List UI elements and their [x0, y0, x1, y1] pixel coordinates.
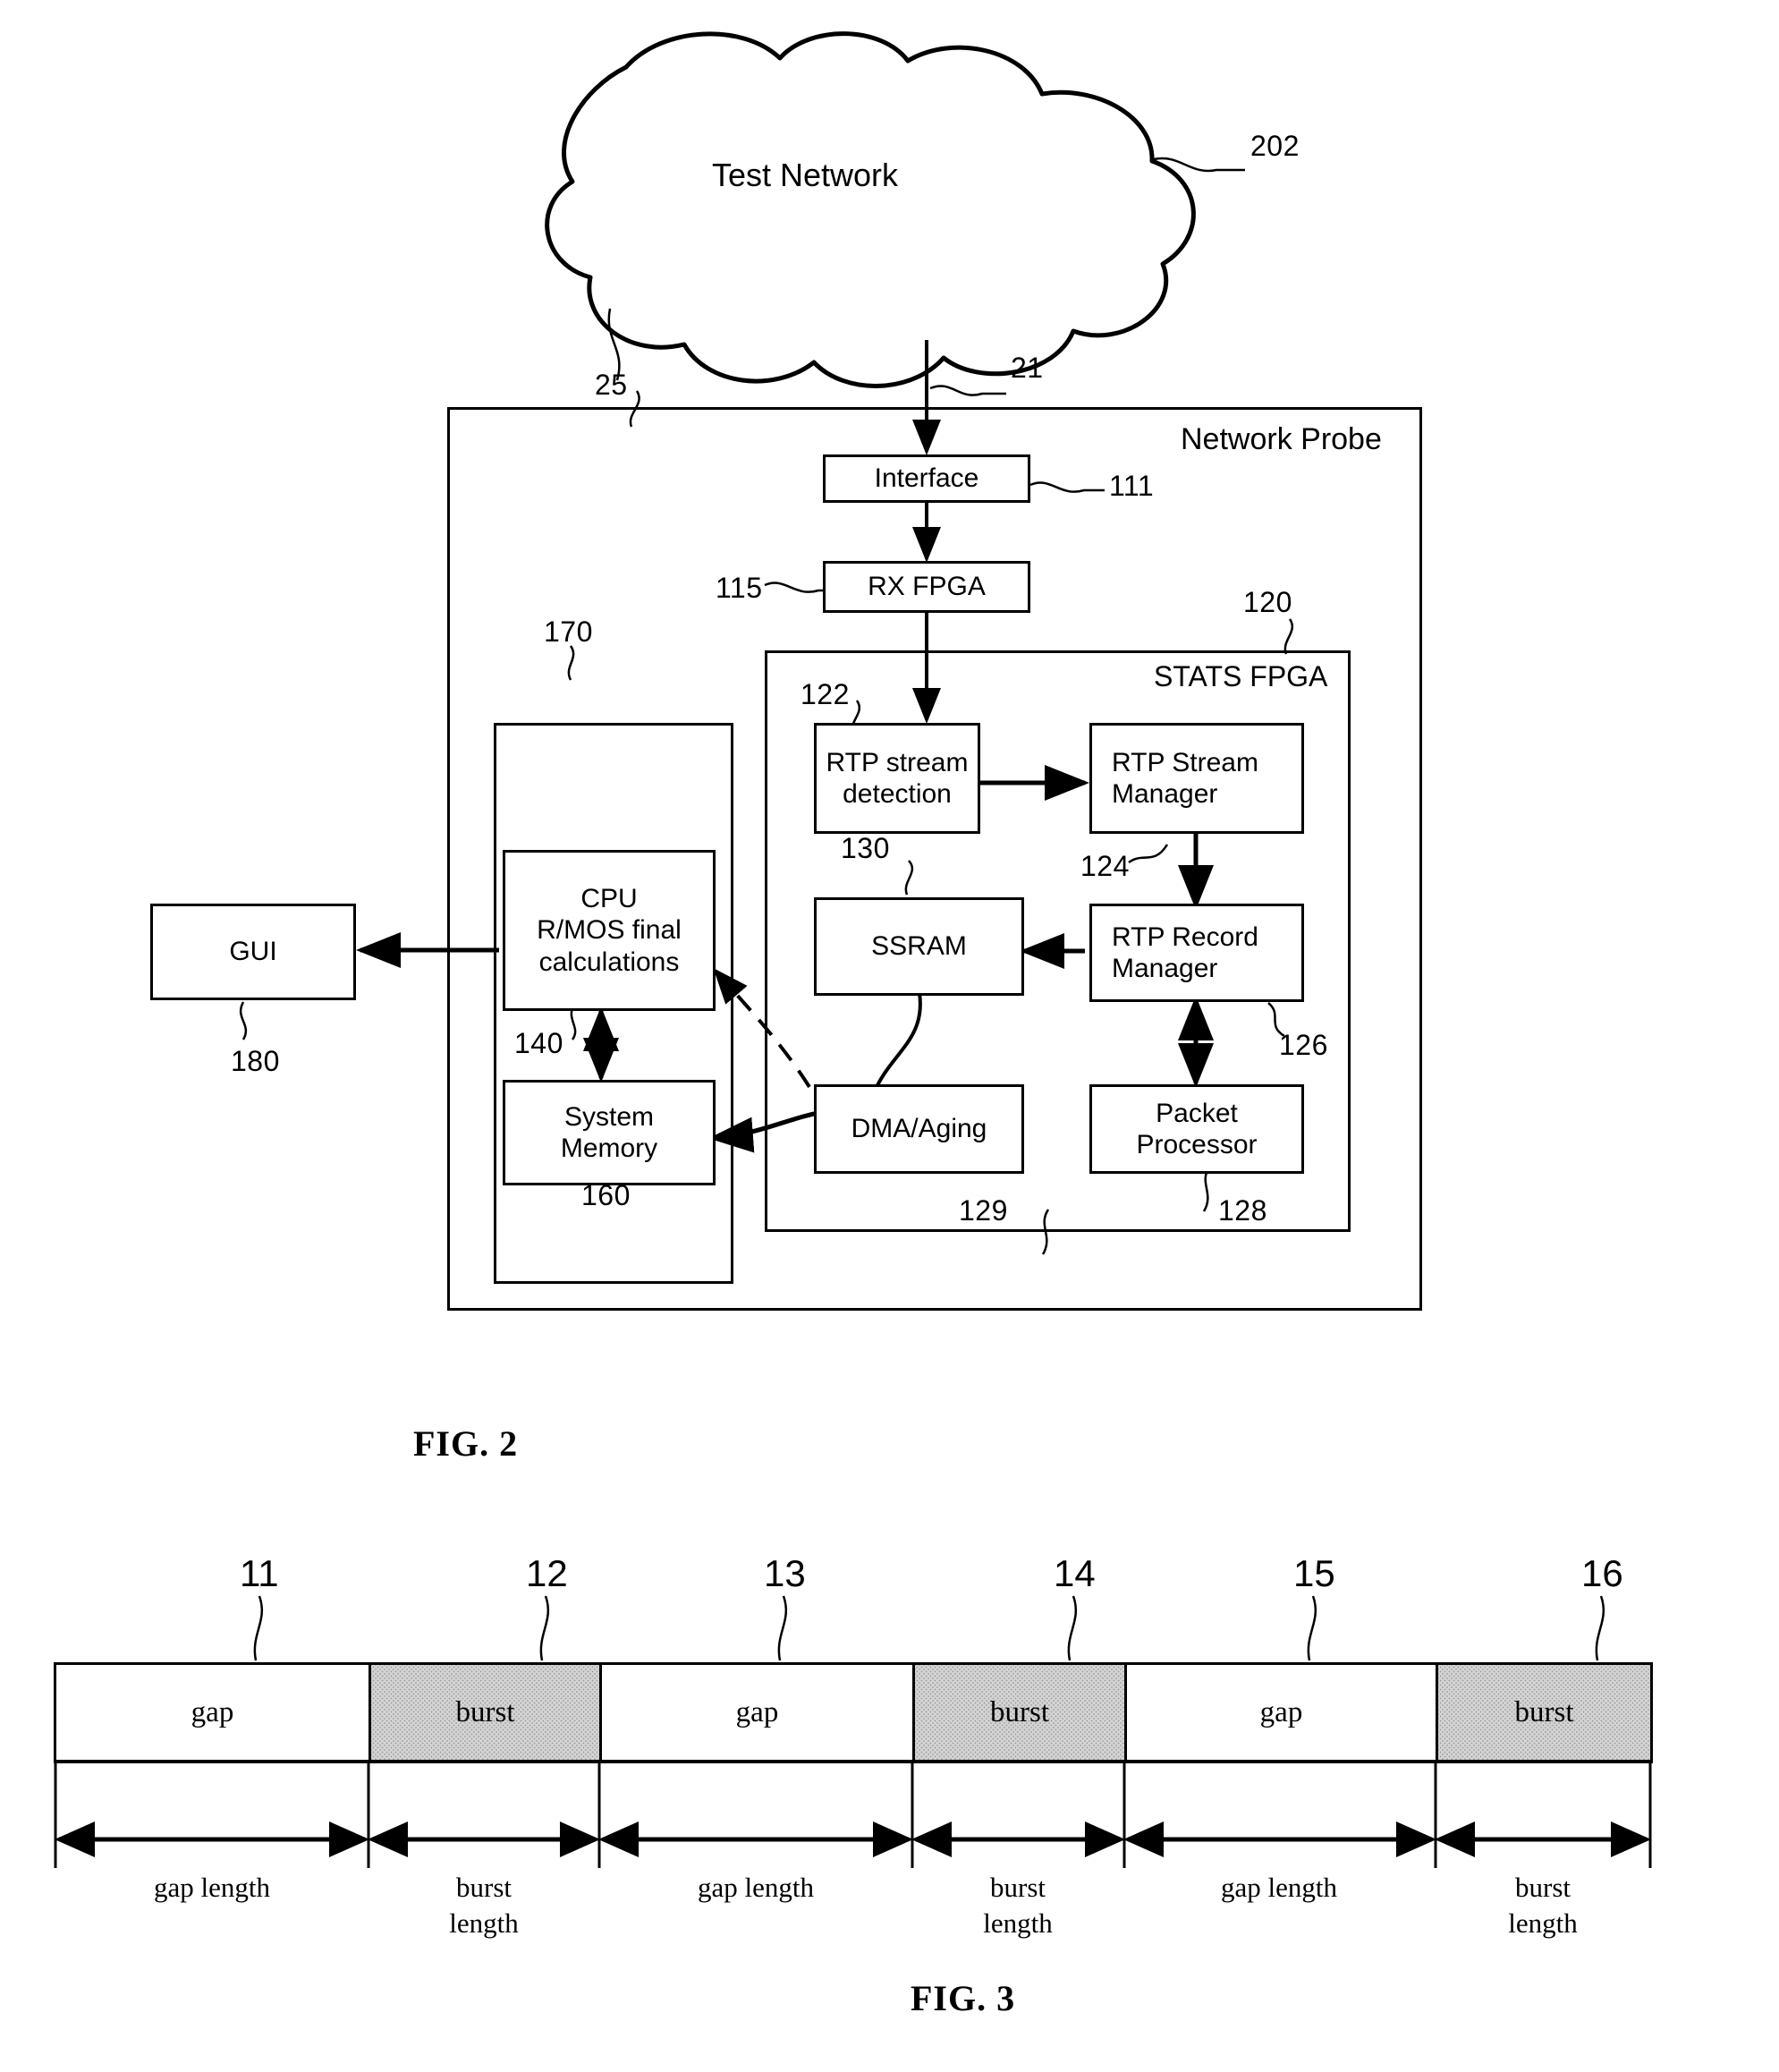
cpu-block: CPU R/MOS final calculations [503, 850, 716, 1011]
interface-block: Interface [823, 454, 1030, 503]
ref-180: 180 [231, 1045, 280, 1077]
cloud-label: Test Network [711, 157, 899, 193]
packet-processor-block: Packet Processor [1089, 1084, 1304, 1174]
fig3-ref-14: 14 [1054, 1552, 1096, 1594]
cloud-shape [545, 31, 1196, 388]
rtp-record-manager-block: RTP Record Manager [1089, 904, 1304, 1002]
ref-126: 126 [1279, 1029, 1328, 1061]
fig3-ref-13: 13 [764, 1552, 806, 1594]
fig3-dim-gap-length-2: gap length [698, 1872, 814, 1903]
ref-120: 120 [1243, 586, 1292, 618]
fig3-cell-burst-1: burst [369, 1662, 602, 1762]
ref-122: 122 [801, 678, 850, 710]
fig3-cell-gap-2: gap [599, 1662, 915, 1762]
ref-130: 130 [841, 832, 890, 864]
fig3-caption: FIG. 3 [911, 1978, 1016, 2018]
fig3-dim-burst-length-2: burst length [983, 1872, 1053, 1939]
rtp-stream-manager-block: RTP Stream Manager [1089, 723, 1304, 834]
fig3-dim-burst-length-3: burst length [1508, 1872, 1578, 1939]
system-memory-block: System Memory [503, 1080, 716, 1185]
ssram-block: SSRAM [814, 897, 1024, 996]
ref-21: 21 [1011, 352, 1044, 384]
ref-129: 129 [959, 1194, 1008, 1227]
network-probe-title: Network Probe [1181, 422, 1382, 456]
rtp-stream-detection-block: RTP stream detection [814, 723, 980, 834]
fig3-ref-12: 12 [526, 1552, 568, 1594]
ref-124: 124 [1080, 850, 1130, 882]
gui-block: GUI [150, 904, 356, 1000]
ref-160: 160 [581, 1179, 631, 1211]
fig3-cell-burst-2: burst [912, 1662, 1127, 1762]
dma-aging-block: DMA/Aging [814, 1084, 1024, 1174]
fig3-ref-11: 11 [240, 1552, 279, 1594]
fig2-caption: FIG. 2 [413, 1423, 519, 1464]
fig3-dim-gap-length-1: gap length [154, 1872, 270, 1903]
rx-fpga-block: RX FPGA [823, 561, 1030, 613]
fig3-dim-gap-length-3: gap length [1221, 1872, 1337, 1903]
stats-fpga-title: STATS FPGA [1154, 660, 1328, 692]
ref-115: 115 [716, 572, 763, 604]
ref-140: 140 [514, 1027, 563, 1059]
ref-111: 111 [1109, 470, 1155, 502]
fig3-dim-burst-length-1: burst length [449, 1872, 519, 1939]
ref-128: 128 [1218, 1194, 1267, 1227]
fig3-ref-15: 15 [1293, 1552, 1335, 1594]
ref-25: 25 [595, 369, 628, 401]
fig3-cell-burst-3: burst [1436, 1662, 1653, 1762]
fig3-dimension-strip [54, 1761, 1653, 1763]
ref-202: 202 [1250, 130, 1300, 162]
fig3-cell-gap-3: gap [1124, 1662, 1438, 1762]
patent-figure-page: Test Network 202 21 Network Probe 25 Int… [0, 0, 1779, 2072]
fig3-cell-gap-1: gap [54, 1662, 371, 1762]
fig3-ref-16: 16 [1581, 1552, 1623, 1594]
ref-170: 170 [544, 616, 593, 648]
